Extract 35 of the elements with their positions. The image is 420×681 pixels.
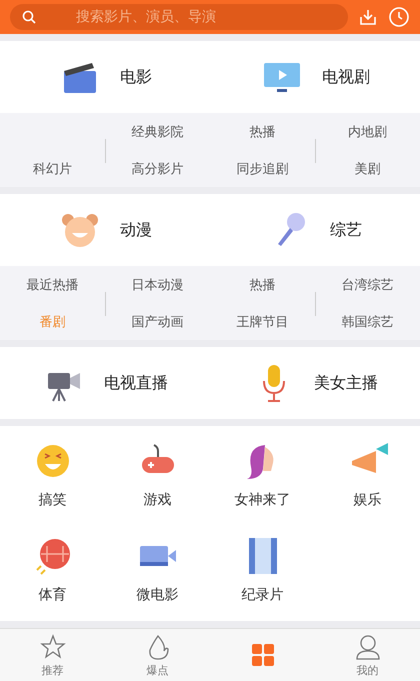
- category-link[interactable]: 科幻片: [0, 150, 105, 187]
- category-link[interactable]: 同步追剧: [210, 150, 315, 187]
- channel-label[interactable]: 女神来了: [234, 490, 290, 508]
- category-link[interactable]: 美剧: [315, 150, 420, 187]
- search-icon: [22, 10, 36, 24]
- star-icon: [38, 632, 66, 660]
- category-label[interactable]: 美女主播: [314, 372, 378, 394]
- nav-tab[interactable]: 我的: [315, 629, 420, 681]
- person-icon: [354, 632, 382, 660]
- category-link[interactable]: 高分影片: [105, 150, 210, 187]
- channel-label[interactable]: 搞笑: [38, 490, 66, 508]
- category-link[interactable]: 王牌节目: [210, 303, 315, 340]
- channel-label[interactable]: 体育: [38, 586, 66, 604]
- category-link[interactable]: 热播: [210, 266, 315, 303]
- nav-tab[interactable]: 爆点: [105, 629, 210, 681]
- download-icon[interactable]: [358, 7, 378, 27]
- category-label[interactable]: 电视直播: [104, 372, 168, 394]
- channel-label[interactable]: 微电影: [136, 586, 178, 604]
- nav-tab[interactable]: 推荐: [0, 629, 105, 681]
- category-label[interactable]: 综艺: [330, 220, 362, 240]
- channel-label[interactable]: 纪录片: [242, 586, 284, 604]
- channel-label[interactable]: 游戏: [144, 490, 172, 508]
- category-link[interactable]: 日本动漫: [105, 266, 210, 303]
- clock-icon[interactable]: [388, 6, 410, 28]
- category-label[interactable]: 动漫: [120, 220, 152, 240]
- category-link[interactable]: 内地剧: [315, 113, 420, 150]
- category-link[interactable]: 最近热播: [0, 266, 105, 303]
- category-label[interactable]: 电视剧: [322, 66, 370, 88]
- category-link[interactable]: 经典影院: [105, 113, 210, 150]
- channel-label[interactable]: 娱乐: [354, 490, 382, 508]
- category-link[interactable]: 台湾综艺: [315, 266, 420, 303]
- category-link[interactable]: 热播: [210, 113, 315, 150]
- category-link[interactable]: 韩国综艺: [315, 303, 420, 340]
- category-link[interactable]: 国产动画: [105, 303, 210, 340]
- category-label[interactable]: 电影: [120, 66, 152, 88]
